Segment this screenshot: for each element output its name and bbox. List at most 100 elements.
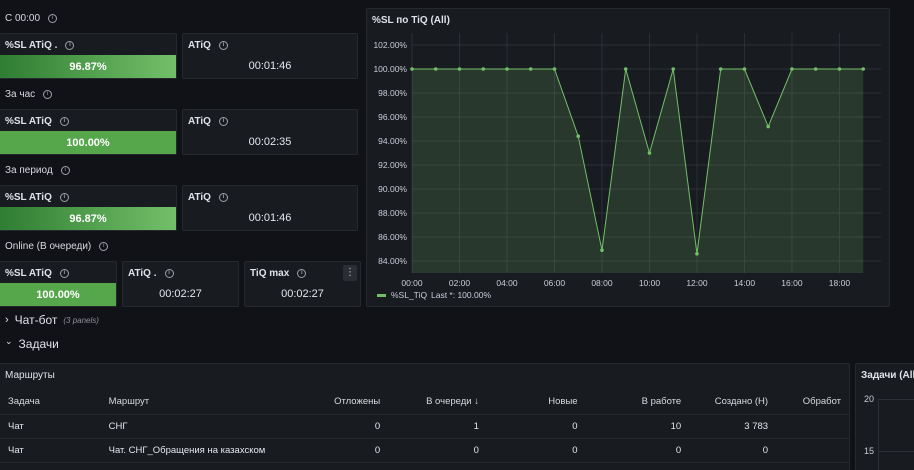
panel-title-text: ATiQ: [188, 116, 211, 127]
y-tick-label: 94.00%: [378, 136, 407, 146]
info-icon[interactable]: i: [59, 193, 69, 202]
panel-title-text: %SL ATiQ: [5, 268, 52, 279]
x-tick-label: 00:00: [401, 278, 423, 288]
x-tick-label: 16:00: [781, 278, 803, 288]
table-cell: 0: [280, 438, 389, 463]
panel-sl-atiq-online: %SL ATiQ i 100.00%: [0, 261, 117, 307]
panel-title: %SL ATiQ i: [5, 192, 69, 203]
table-cell: 0: [486, 414, 586, 439]
grid-line: [878, 451, 914, 452]
data-point: [576, 134, 581, 138]
x-tick-label: 04:00: [496, 278, 518, 288]
panel-atiq-c0000: ATiQ i 00:01:46: [182, 33, 358, 79]
data-point: [600, 248, 604, 252]
x-tick-label: 02:00: [449, 278, 471, 288]
table-cell: 3 783: [689, 414, 777, 439]
panel-title-text: %SL ATiQ: [5, 192, 52, 203]
info-icon[interactable]: i: [59, 269, 69, 278]
data-point: [433, 67, 438, 71]
panel-title: TiQ max i: [250, 268, 307, 279]
table-cell: [776, 414, 849, 439]
stat-bar: 100.00%: [0, 131, 176, 154]
info-icon[interactable]: i: [59, 117, 69, 126]
panel-title: %SL ATiQ i: [5, 268, 69, 279]
y-tick-label: 98.00%: [378, 88, 407, 98]
info-icon[interactable]: i: [164, 269, 174, 278]
table-row[interactable]: Чат СНГ 0 1 0 10 3 783: [0, 414, 849, 439]
data-point: [742, 67, 747, 71]
panel-atiq-online: ATiQ . i 00:02:27: [122, 261, 239, 307]
table-cell: [776, 438, 849, 463]
panel-sl-tiq-chart: %SL по TiQ (All) 84.00% 86.00% 88.00% 90.00…: [366, 8, 890, 307]
data-point: [457, 67, 462, 71]
column-header[interactable]: Маршрут: [100, 390, 281, 415]
section-chatbot[interactable]: › Чат-бот (3 panels): [5, 313, 99, 327]
panel-title: %SL ATiQ i: [5, 116, 69, 127]
panel-title: Задачи (All: [861, 370, 914, 381]
series-area: [412, 69, 864, 273]
column-header[interactable]: В очереди ↓: [388, 390, 487, 415]
y-tick-label: 102.00%: [373, 40, 407, 50]
y-tick-label: 15: [864, 446, 875, 456]
grid-line: [878, 399, 879, 470]
panel-tasks-all: Задачи (All 20 15: [855, 363, 914, 470]
stat-value: 00:01:46: [248, 212, 292, 224]
data-point: [552, 67, 557, 71]
info-icon[interactable]: i: [297, 269, 307, 278]
table-cell: 0: [486, 438, 586, 463]
panel-title: ATiQ i: [188, 40, 228, 51]
column-header[interactable]: Обработ: [776, 390, 849, 415]
table-cell: 10: [585, 414, 690, 439]
info-icon[interactable]: i: [60, 166, 70, 175]
panel-atiq-period: ATiQ i 00:01:46: [182, 185, 358, 231]
grid-line: [878, 399, 914, 400]
column-header[interactable]: Задача: [0, 390, 101, 415]
sl-tiq-line-chart[interactable]: 84.00% 86.00% 88.00% 90.00% 92.00% 94.00% 96.0…: [367, 9, 889, 306]
table-cell: 1: [388, 414, 487, 439]
info-icon[interactable]: i: [218, 41, 228, 50]
info-icon[interactable]: i: [218, 193, 228, 202]
y-tick-label: 92.00%: [378, 160, 407, 170]
table-cell: Чат: [0, 414, 101, 439]
data-point: [671, 67, 676, 71]
data-point: [766, 124, 771, 129]
table-cell: 0: [388, 438, 487, 463]
info-icon[interactable]: i: [99, 242, 109, 251]
y-tick-label: 84.00%: [378, 256, 407, 266]
row-title-hour: За час i: [5, 89, 53, 100]
table-row[interactable]: Чат Чат. СНГ_Обращения на казахском 0 0 0 0 0: [0, 438, 849, 463]
routes-table: Задача Маршрут Отложены В очереди ↓ Новые В р…: [0, 390, 849, 463]
column-header[interactable]: Создано (Н): [689, 390, 777, 415]
info-icon[interactable]: i: [218, 117, 228, 126]
column-header[interactable]: В работе: [585, 390, 690, 415]
row-title-c0000: С 00:00 i: [5, 13, 58, 24]
panel-title: ATiQ i: [188, 192, 228, 203]
y-tick-label: 88.00%: [378, 208, 407, 218]
panel-title-text: ATiQ .: [128, 268, 157, 279]
y-tick-label: 20: [864, 394, 875, 404]
legend-last-value: Last *: 100.00%: [431, 290, 491, 300]
table-cell: Чат. СНГ_Обращения на казахском: [100, 438, 281, 463]
table-cell: СНГ: [100, 414, 281, 439]
row-title-text: С 00:00: [5, 13, 41, 24]
data-point: [813, 67, 818, 71]
table-header-row: Задача Маршрут Отложены В очереди ↓ Новые В р…: [0, 390, 849, 415]
stat-bar: 100.00%: [0, 283, 116, 306]
data-point: [718, 67, 723, 71]
row-title-online: Online (В очереди) i: [5, 241, 109, 252]
panel-menu-icon[interactable]: ⋮: [343, 265, 357, 281]
section-label: Задачи: [18, 337, 59, 351]
section-tasks[interactable]: ⌄ Задачи: [5, 335, 59, 352]
data-point: [410, 67, 414, 71]
info-icon[interactable]: i: [48, 14, 58, 23]
data-point: [647, 151, 652, 155]
info-icon[interactable]: i: [65, 41, 75, 50]
column-header[interactable]: Новые: [486, 390, 586, 415]
stat-value: 00:02:27: [281, 288, 324, 300]
column-header[interactable]: Отложены: [280, 390, 389, 415]
chevron-down-icon: ⌄: [5, 335, 13, 346]
panel-routes: Маршруты Задача Маршрут Отложены В очереди …: [0, 363, 850, 470]
row-title-text: Online (В очереди): [5, 241, 92, 252]
info-icon[interactable]: i: [43, 90, 53, 99]
panel-sl-atiq-period: %SL ATiQ i 96.87%: [0, 185, 177, 231]
